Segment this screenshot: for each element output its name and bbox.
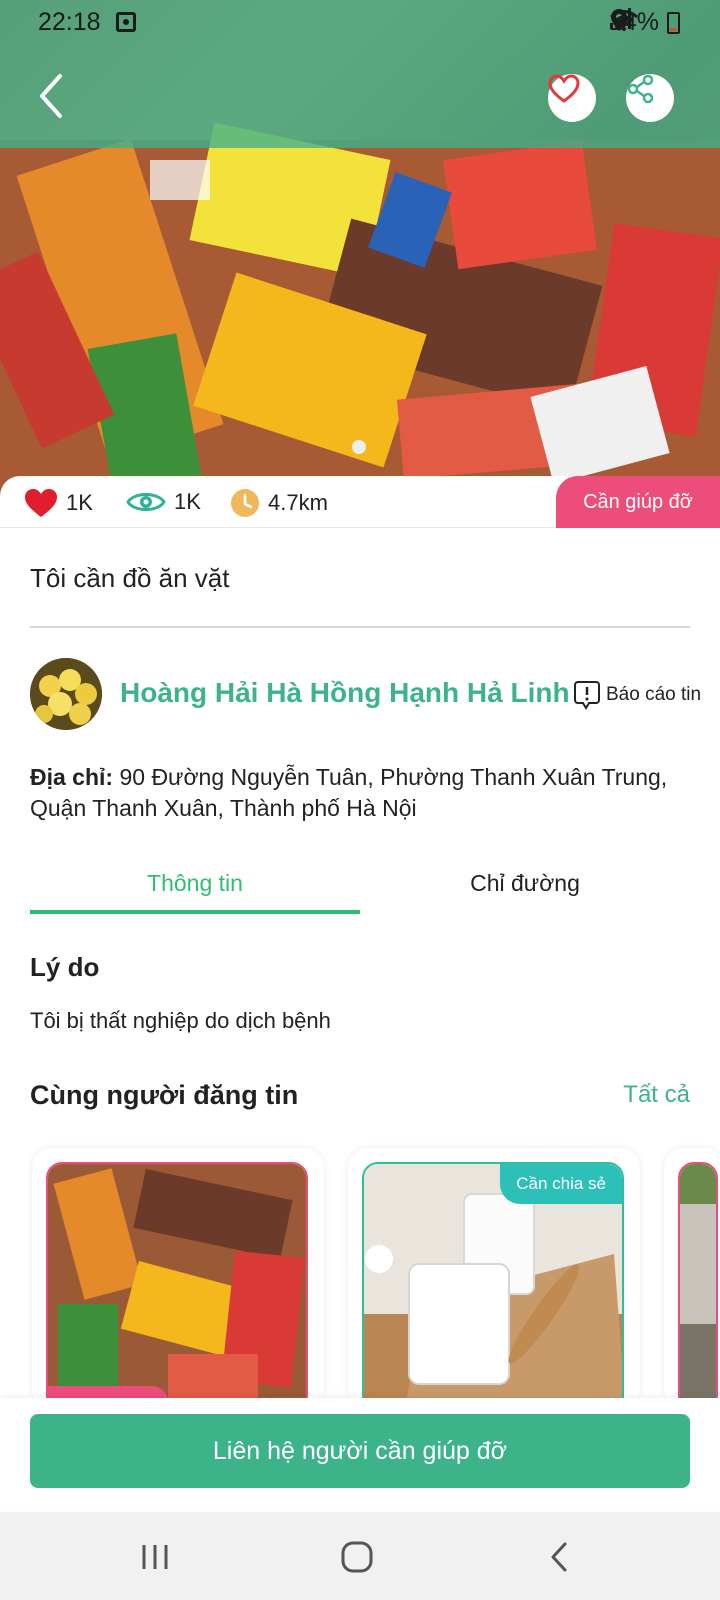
views-stat: 1K bbox=[126, 488, 201, 516]
favorite-button[interactable] bbox=[548, 74, 596, 122]
related-post-card[interactable] bbox=[32, 1148, 324, 1412]
back-arrow-icon bbox=[551, 1542, 567, 1572]
active-tab-indicator bbox=[30, 910, 360, 914]
battery-icon bbox=[667, 11, 680, 34]
share-icon bbox=[627, 74, 654, 104]
related-post-card[interactable]: Cần chia sẻ bbox=[348, 1148, 640, 1412]
hero-image-carousel[interactable]: 22:18 14% bbox=[0, 0, 720, 500]
author-name[interactable]: Hoàng Hải Hà Hồng Hạnh Hả Linh bbox=[120, 677, 576, 709]
reason-heading: Lý do bbox=[30, 952, 100, 982]
post-stats-bar: 1K 1K 4.7km Cần giúp đỡ bbox=[0, 476, 720, 528]
author-avatar[interactable] bbox=[30, 658, 102, 730]
status-bar: 22:18 14% bbox=[0, 0, 720, 46]
card-image bbox=[678, 1162, 718, 1412]
home-button[interactable] bbox=[332, 1534, 382, 1580]
report-label: Báo cáo tin bbox=[606, 684, 702, 705]
distance-stat: 4.7km bbox=[230, 488, 328, 518]
likes-stat: 1K bbox=[24, 488, 93, 518]
back-button[interactable] bbox=[32, 72, 72, 120]
likes-count: 1K bbox=[66, 490, 93, 515]
system-back-button[interactable] bbox=[534, 1534, 584, 1580]
related-post-card[interactable] bbox=[664, 1148, 720, 1412]
card-image: Cần chia sẻ bbox=[362, 1162, 624, 1412]
heart-filled-icon bbox=[25, 489, 57, 517]
same-poster-heading: Cùng người đăng tin bbox=[30, 1080, 299, 1110]
detail-tabs: Thông tin Chỉ đường bbox=[30, 860, 690, 916]
bottom-action-bar: Liên hệ người cần giúp đỡ bbox=[0, 1398, 720, 1508]
card-share-tag: Cần chia sẻ bbox=[500, 1164, 622, 1204]
avatar-image bbox=[30, 658, 102, 730]
notification-icon bbox=[116, 12, 136, 32]
card-image bbox=[46, 1162, 308, 1412]
carousel-indicator bbox=[352, 440, 366, 454]
address-block: Địa chỉ: 90 Đường Nguyễn Tuân, Phường Th… bbox=[30, 762, 680, 824]
signal-icon bbox=[609, 8, 631, 29]
status-indicators: 14% bbox=[609, 8, 680, 37]
clock-icon bbox=[231, 489, 259, 517]
status-tag: Cần giúp đỡ bbox=[556, 476, 720, 528]
tab-directions[interactable]: Chỉ đường bbox=[360, 870, 690, 897]
address-label: Địa chỉ: bbox=[30, 764, 114, 790]
report-button[interactable]: Báo cáo tin bbox=[574, 680, 701, 710]
snack-thumbnail bbox=[48, 1164, 306, 1410]
post-title: Tôi cần đồ ăn vặt bbox=[30, 563, 230, 593]
recent-apps-icon bbox=[142, 1545, 168, 1569]
address-value: 90 Đường Nguyễn Tuân, Phường Thanh Xuân … bbox=[30, 764, 668, 821]
landscape-thumbnail bbox=[680, 1164, 716, 1410]
views-count: 1K bbox=[174, 489, 201, 514]
see-all-link[interactable]: Tất cả bbox=[623, 1081, 690, 1109]
eye-icon bbox=[126, 493, 166, 511]
tab-info[interactable]: Thông tin bbox=[30, 870, 360, 897]
contact-button[interactable]: Liên hệ người cần giúp đỡ bbox=[30, 1414, 690, 1488]
home-icon bbox=[341, 1541, 373, 1573]
share-button[interactable] bbox=[626, 74, 674, 122]
status-time: 22:18 bbox=[38, 8, 101, 36]
heart-outline-icon bbox=[548, 74, 580, 103]
reason-text: Tôi bị thất nghiệp do dịch bệnh bbox=[30, 1008, 331, 1033]
chevron-left-icon bbox=[40, 74, 62, 118]
report-icon bbox=[574, 681, 600, 710]
divider bbox=[30, 626, 690, 628]
system-nav-bar bbox=[0, 1512, 720, 1600]
recent-apps-button[interactable] bbox=[130, 1534, 180, 1580]
distance-value: 4.7km bbox=[268, 490, 328, 515]
